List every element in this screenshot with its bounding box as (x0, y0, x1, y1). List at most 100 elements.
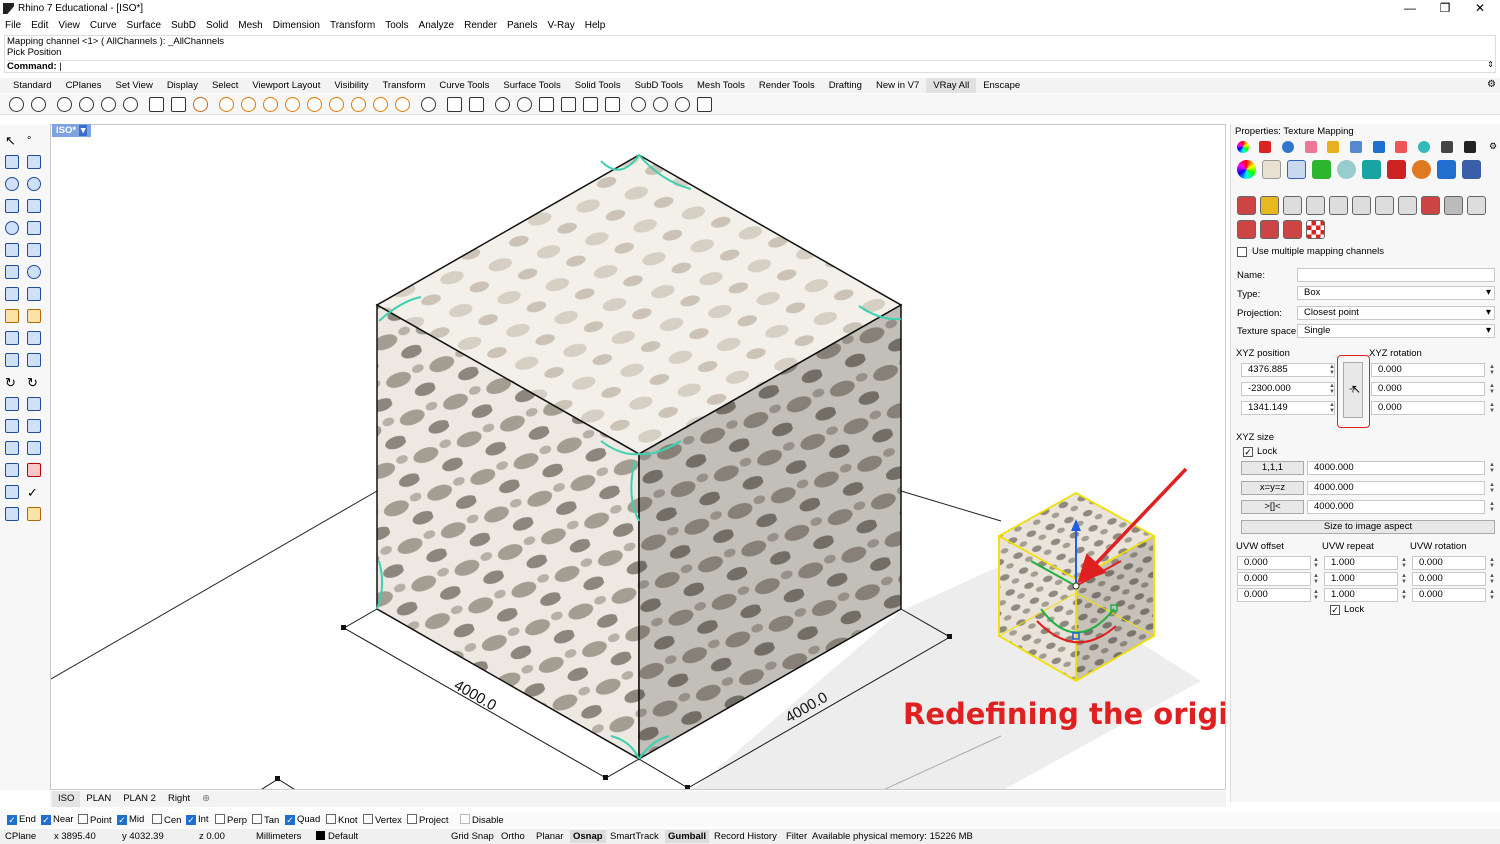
circle-icon[interactable] (5, 177, 19, 191)
mapping-tool-9-icon[interactable] (1421, 196, 1440, 215)
uvw-rotation-v-input[interactable]: 0.000 (1412, 572, 1486, 586)
vray-tab-icon[interactable] (1350, 141, 1362, 153)
uvw-repeat-v-input[interactable]: 1.000 (1324, 572, 1398, 586)
menu-tools[interactable]: Tools (380, 18, 413, 34)
vray-materials-icon[interactable] (79, 97, 94, 112)
mapping-tool-10-icon[interactable] (1444, 196, 1463, 215)
rotate-icon[interactable]: ↻ (5, 375, 19, 390)
osnap-vertex[interactable]: Vertex (363, 814, 402, 826)
menu-dimension[interactable]: Dimension (268, 18, 325, 34)
render-icon[interactable] (5, 507, 19, 521)
mapping-tool-13-icon[interactable] (1260, 220, 1279, 239)
decal-tab-icon[interactable] (1305, 141, 1317, 153)
osnap-end-checkbox[interactable]: ✓ (7, 815, 17, 825)
select-arrow-icon[interactable]: ↖ (5, 133, 19, 148)
vray-interactive-icon[interactable] (31, 97, 46, 112)
size-y-input[interactable]: 4000.000 (1307, 481, 1485, 495)
curve-icon[interactable] (27, 155, 41, 169)
osnap-perp[interactable]: Perp (215, 814, 247, 826)
vray-sun-light-icon[interactable] (351, 97, 366, 112)
folder-icon[interactable] (1327, 141, 1339, 153)
tab-plan-2[interactable]: PLAN 2 (117, 791, 162, 807)
osnap-point[interactable]: Point (78, 814, 112, 826)
vray-camera-icon[interactable] (421, 97, 436, 112)
mapping-tool-14-icon[interactable] (1283, 220, 1302, 239)
cplane-label[interactable]: CPlane (5, 830, 36, 843)
osnap-mid[interactable]: ✓ Mid (117, 814, 144, 825)
mapping-tool-2-icon[interactable] (1260, 196, 1279, 215)
uvw-lock-checkbox[interactable]: ✓ (1330, 605, 1340, 615)
grid-snap-toggle[interactable]: Grid Snap (451, 830, 494, 843)
vray-scatter-icon[interactable] (631, 97, 646, 112)
ellipse-icon[interactable] (5, 221, 19, 235)
osnap-project[interactable]: Project (407, 814, 449, 826)
environment-icon[interactable] (1282, 141, 1294, 153)
mapping-tool-11-icon[interactable] (1467, 196, 1486, 215)
material-tab-icon[interactable] (1259, 141, 1271, 153)
vray-infinite-plane-icon[interactable] (605, 97, 620, 112)
uvw-repeat-w-spinner[interactable]: ▲ ▼ (1401, 589, 1407, 601)
vray-mesh-clipper-icon[interactable] (561, 97, 576, 112)
vray-dome-light-icon[interactable] (329, 97, 344, 112)
tab-drafting[interactable]: Drafting (822, 78, 869, 93)
osnap-cen-checkbox[interactable] (152, 814, 162, 824)
menu-file[interactable]: File (0, 18, 26, 34)
tab-plan[interactable]: PLAN (80, 791, 117, 807)
tab-set-view[interactable]: Set View (108, 78, 159, 93)
position-z-input[interactable]: 1341.149 (1241, 401, 1335, 415)
boolean-icon[interactable] (5, 353, 19, 367)
vray-render-region-icon[interactable] (171, 97, 186, 112)
tab-render-tools[interactable]: Render Tools (752, 78, 822, 93)
tab-viewport-layout[interactable]: Viewport Layout (245, 78, 327, 93)
vray-sphere-light-icon[interactable] (219, 97, 234, 112)
mesh-icon[interactable] (27, 287, 41, 301)
uvw-rotation-w-input[interactable]: 0.000 (1412, 588, 1486, 602)
display-icon[interactable] (1441, 141, 1453, 153)
tab-surface-tools[interactable]: Surface Tools (496, 78, 567, 93)
osnap-end[interactable]: ✓ End (7, 814, 36, 825)
menu-vray[interactable]: V-Ray (543, 18, 580, 34)
trim-icon[interactable] (5, 331, 19, 345)
box-icon[interactable] (5, 265, 19, 279)
size-to-image-aspect-button[interactable]: Size to image aspect (1241, 520, 1495, 534)
texture-space-select[interactable]: Single (1297, 324, 1495, 338)
explode-icon[interactable] (5, 309, 19, 323)
osnap-int-checkbox[interactable]: ✓ (186, 815, 196, 825)
move-icon[interactable]: ↻ (27, 375, 41, 390)
vray-proxy-icon[interactable] (447, 97, 462, 112)
rotation-x-input[interactable]: 0.000 (1371, 363, 1485, 377)
tab-vray-all[interactable]: VRay All (926, 78, 977, 93)
menu-panels[interactable]: Panels (502, 18, 543, 34)
osnap-near-checkbox[interactable]: ✓ (41, 815, 51, 825)
position-y-spinner[interactable]: ▲ ▼ (1329, 383, 1335, 395)
box-edit-icon[interactable] (5, 441, 19, 455)
osnap-perp-checkbox[interactable] (215, 814, 225, 824)
block-icon[interactable] (5, 419, 19, 433)
size-fit-button[interactable]: >[]< (1241, 500, 1304, 514)
vray-object-icon[interactable] (1437, 160, 1456, 179)
position-z-spinner[interactable]: ▲ ▼ (1329, 402, 1335, 414)
group-icon[interactable] (27, 353, 41, 367)
vray-enmesh-icon[interactable] (583, 97, 598, 112)
uvw-offset-w-input[interactable]: 0.000 (1237, 588, 1311, 602)
texture-mapping-tab-icon[interactable] (1287, 160, 1306, 179)
decals-tab-icon[interactable] (1312, 160, 1331, 179)
add-viewport-icon[interactable]: ⊕ (196, 791, 216, 807)
viewport-title[interactable]: ISO* ▾ (52, 124, 92, 137)
analyze-icon[interactable] (5, 485, 19, 499)
arc-icon[interactable] (27, 177, 41, 191)
uvw-rotation-u-spinner[interactable]: ▲ ▼ (1489, 557, 1495, 569)
tab-visibility[interactable]: Visibility (327, 78, 375, 93)
tab-mesh-tools[interactable]: Mesh Tools (690, 78, 752, 93)
size-111-button[interactable]: 1,1,1 (1241, 461, 1304, 475)
layer-indicator[interactable]: Default (316, 830, 358, 843)
mapping-tool-12-icon[interactable] (1237, 220, 1256, 239)
vray-light-gen-icon[interactable] (395, 97, 410, 112)
planar-toggle[interactable]: Planar (536, 830, 563, 843)
rotation-z-input[interactable]: 0.000 (1371, 401, 1485, 415)
uvw-offset-w-spinner[interactable]: ▲ ▼ (1313, 589, 1319, 601)
size-z-spinner[interactable]: ▲ ▼ (1489, 501, 1495, 513)
vray-lock-icon[interactable] (697, 97, 712, 112)
mapping-tool-3-icon[interactable] (1283, 196, 1302, 215)
object-color-icon[interactable] (1237, 160, 1256, 179)
